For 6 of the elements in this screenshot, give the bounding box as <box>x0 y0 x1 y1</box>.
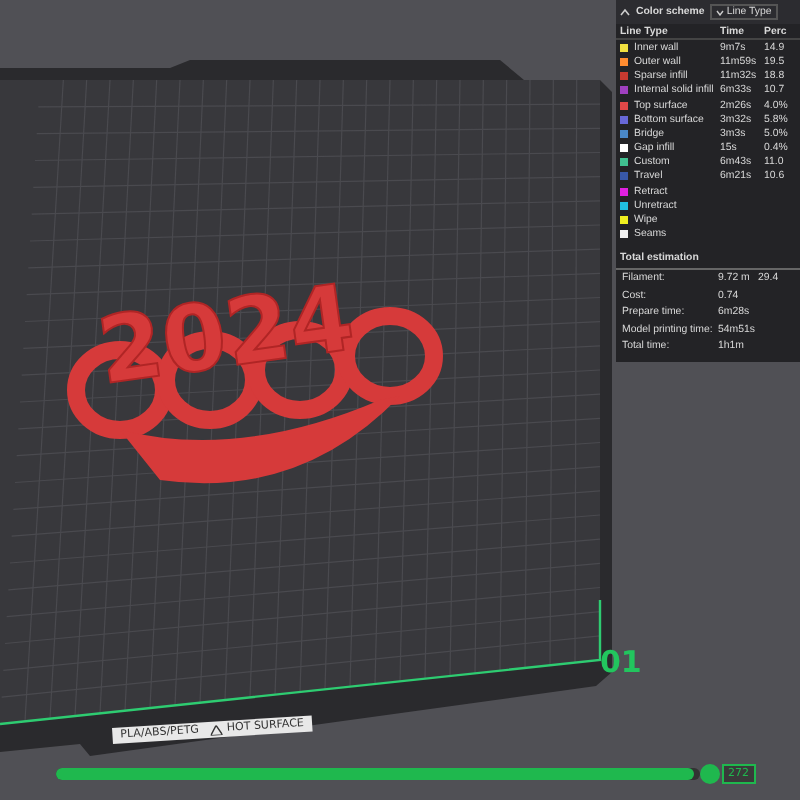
warning-icon <box>210 724 224 735</box>
collapse-icon[interactable] <box>620 8 630 16</box>
slider-thumb[interactable] <box>700 764 720 784</box>
model-drawing: 2024 <box>67 262 443 484</box>
chevron-down-icon <box>716 9 725 15</box>
plate-number: 01 <box>600 644 642 680</box>
